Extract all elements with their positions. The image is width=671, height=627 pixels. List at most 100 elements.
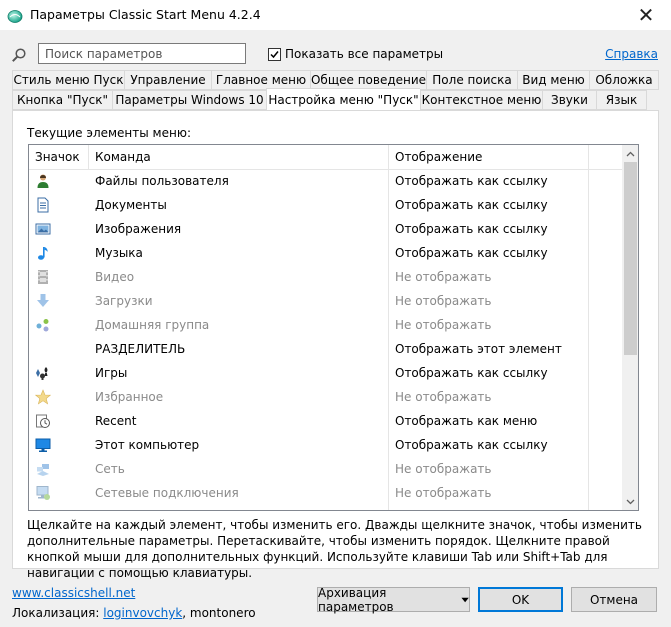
show-all-toggle[interactable]: Показать все параметры bbox=[268, 47, 443, 61]
cancel-button[interactable]: Отмена bbox=[571, 587, 657, 612]
item-display: Отображать как ссылку bbox=[395, 366, 548, 380]
video-film-icon bbox=[38, 270, 48, 284]
list-item[interactable]: Документы Отображать как ссылку bbox=[29, 193, 623, 217]
cancel-label: Отмена bbox=[589, 592, 639, 607]
tab-start-menu-style[interactable]: Стиль меню Пуск bbox=[12, 70, 124, 90]
scroll-thumb[interactable] bbox=[624, 162, 637, 355]
list-scrollbar[interactable] bbox=[622, 145, 638, 510]
show-all-checkbox[interactable] bbox=[268, 47, 281, 61]
games-icon bbox=[36, 367, 48, 380]
network-connections-icon bbox=[36, 486, 50, 500]
item-command: Игры bbox=[95, 366, 128, 380]
close-icon: ✕ bbox=[637, 3, 655, 27]
show-all-label: Показать все параметры bbox=[285, 47, 444, 61]
list-item[interactable]: Игры Отображать как ссылку bbox=[29, 361, 623, 385]
item-display: Не отображать bbox=[395, 390, 492, 404]
computer-monitor-icon bbox=[35, 438, 51, 452]
column-header-icon[interactable]: Значок bbox=[29, 145, 89, 169]
localization-author-link[interactable]: loginvovchyk bbox=[103, 606, 182, 620]
tab-sounds[interactable]: Звуки bbox=[542, 90, 596, 110]
list-item[interactable]: Домашняя группа Не отображать bbox=[29, 313, 623, 337]
tab-skin[interactable]: Обложка bbox=[589, 70, 659, 90]
help-link[interactable]: Справка bbox=[605, 47, 658, 61]
item-command: Изображения bbox=[95, 222, 182, 236]
localization-label: Локализация: bbox=[12, 606, 100, 620]
item-display: Отображать этот элемент bbox=[395, 342, 562, 356]
tab-search-box[interactable]: Поле поиска bbox=[426, 70, 517, 90]
search-input[interactable] bbox=[38, 43, 246, 64]
item-display: Не отображать bbox=[395, 270, 492, 284]
item-command: Видео bbox=[95, 270, 135, 284]
item-display: Не отображать bbox=[395, 486, 492, 500]
item-command: Домашняя группа bbox=[95, 318, 210, 332]
website-link[interactable]: www.classicshell.net bbox=[12, 586, 135, 600]
list-item[interactable]: Сетевые подключения Не отображать bbox=[29, 481, 623, 505]
tab-general-behavior[interactable]: Общее поведение bbox=[310, 70, 426, 90]
column-header-display[interactable]: Отображение bbox=[389, 145, 589, 169]
tab-start-button[interactable]: Кнопка "Пуск" bbox=[12, 90, 112, 110]
scroll-up-button[interactable] bbox=[622, 145, 638, 162]
column-header-command[interactable]: Команда bbox=[89, 145, 389, 169]
item-display: Отображать как ссылку bbox=[395, 222, 548, 236]
item-display: Отображать как ссылку bbox=[395, 198, 548, 212]
user-files-icon bbox=[37, 174, 49, 188]
list-header: Значок Команда Отображение bbox=[29, 145, 623, 170]
dropdown-arrow-icon bbox=[461, 597, 469, 602]
tab-menu-look[interactable]: Вид меню bbox=[517, 70, 589, 90]
list-item[interactable]: Изображения Отображать как ссылку bbox=[29, 217, 623, 241]
item-command: Загрузки bbox=[95, 294, 153, 308]
item-command: РАЗДЕЛИТЕЛЬ bbox=[95, 342, 186, 356]
scroll-down-button[interactable] bbox=[622, 493, 638, 510]
list-item[interactable]: Музыка Отображать как ссылку bbox=[29, 241, 623, 265]
item-command: Избранное bbox=[95, 390, 164, 404]
close-button[interactable]: ✕ bbox=[631, 2, 661, 28]
item-display: Отображать как ссылку bbox=[395, 438, 548, 452]
search-icon bbox=[12, 48, 26, 62]
tab-language[interactable]: Язык bbox=[596, 90, 647, 110]
tab-customize-start-menu[interactable]: Настройка меню "Пуск" bbox=[266, 88, 420, 110]
list-item[interactable]: Избранное Не отображать bbox=[29, 385, 623, 409]
localization-credits: Локализация: loginvovchyk, montonero bbox=[12, 606, 256, 620]
item-display: Отображать как ссылку bbox=[395, 246, 548, 260]
ok-button[interactable]: OK bbox=[478, 587, 563, 612]
menu-items-list[interactable]: Значок Команда Отображение Файлы пользов… bbox=[28, 144, 639, 511]
list-item[interactable]: Сеть Не отображать bbox=[29, 457, 623, 481]
list-item[interactable]: Этот компьютер Отображать как ссылку bbox=[29, 433, 623, 457]
item-command: Сеть bbox=[95, 462, 125, 476]
title-bar: Параметры Classic Start Menu 4.2.4 ✕ bbox=[0, 0, 671, 30]
ok-label: OK bbox=[511, 592, 530, 607]
backup-settings-button[interactable]: Архивация параметров bbox=[317, 585, 470, 614]
backup-settings-label: Архивация параметров bbox=[318, 585, 394, 614]
documents-icon bbox=[37, 197, 49, 213]
section-label: Текущие элементы меню: bbox=[27, 126, 191, 140]
tab-controls[interactable]: Управление bbox=[124, 70, 211, 90]
network-icon bbox=[37, 464, 49, 476]
localization-rest: , montonero bbox=[182, 606, 256, 620]
item-display: Отображать как меню bbox=[395, 414, 538, 428]
tab-context-menu[interactable]: Контекстное меню bbox=[420, 90, 542, 110]
recent-clock-icon bbox=[36, 414, 50, 428]
item-command: Файлы пользователя bbox=[95, 174, 229, 188]
item-display: Не отображать bbox=[395, 462, 492, 476]
item-display: Не отображать bbox=[395, 318, 492, 332]
list-item[interactable]: Видео Не отображать bbox=[29, 265, 623, 289]
list-item[interactable]: РАЗДЕЛИТЕЛЬ Отображать этот элемент bbox=[29, 337, 623, 361]
window-title: Параметры Classic Start Menu 4.2.4 bbox=[30, 7, 261, 22]
favorites-star-icon bbox=[35, 389, 51, 405]
download-arrow-icon bbox=[37, 294, 49, 307]
tab-main-menu[interactable]: Главное меню bbox=[211, 70, 310, 90]
list-item[interactable]: Recent Отображать как меню bbox=[29, 409, 623, 433]
tab-windows10-settings[interactable]: Параметры Windows 10 bbox=[112, 90, 266, 110]
item-command: Этот компьютер bbox=[95, 438, 200, 452]
help-hint-text: Щелкайте на каждый элемент, чтобы измени… bbox=[27, 518, 642, 580]
classic-shell-icon bbox=[7, 10, 23, 23]
item-command: Музыка bbox=[95, 246, 143, 260]
chevron-down-icon bbox=[626, 499, 635, 504]
item-command: Recent bbox=[95, 414, 137, 428]
item-command: Сетевые подключения bbox=[95, 486, 239, 500]
list-item[interactable]: Загрузки Не отображать bbox=[29, 289, 623, 313]
list-item[interactable]: Файлы пользователя Отображать как ссылку bbox=[29, 169, 623, 193]
item-command: Документы bbox=[95, 198, 167, 212]
homegroup-icon bbox=[36, 319, 49, 332]
item-display: Не отображать bbox=[395, 294, 492, 308]
